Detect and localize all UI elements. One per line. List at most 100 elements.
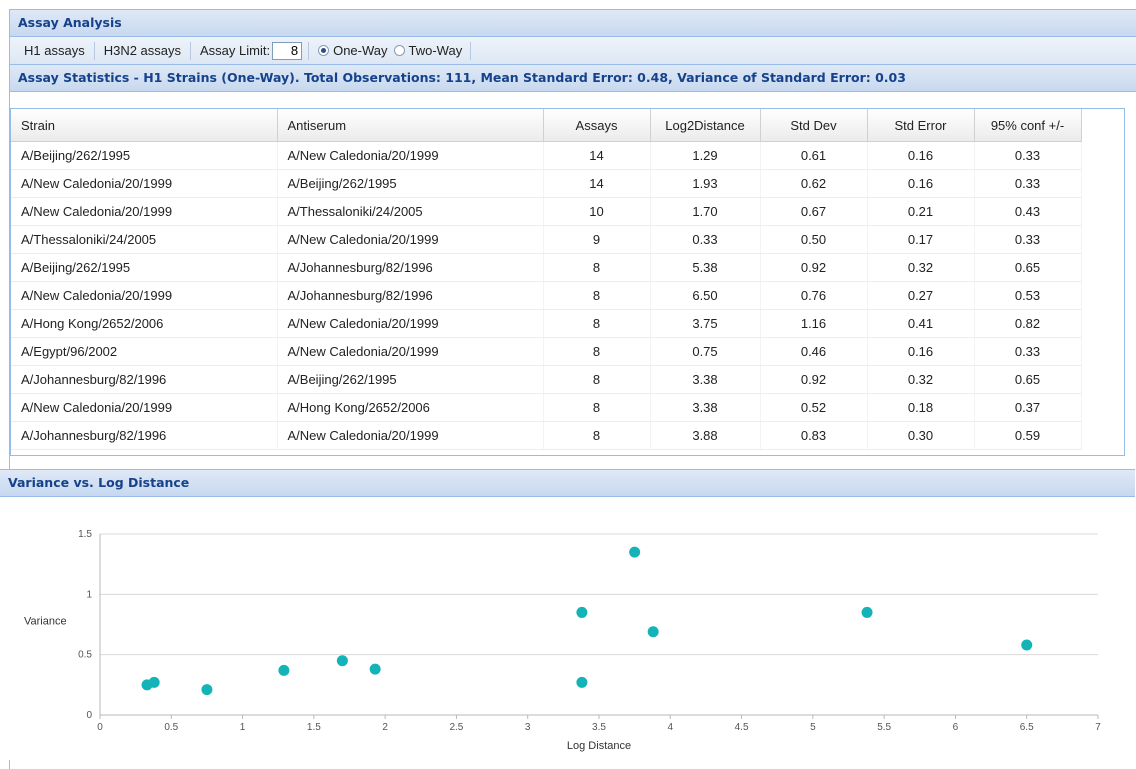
x-tick-label: 4 (668, 722, 674, 733)
column-header-log2distance[interactable]: Log2Distance (650, 109, 761, 142)
x-tick-label: 5 (810, 722, 816, 733)
data-point (647, 626, 659, 638)
cell-log2distance: 0.33 (650, 225, 761, 254)
statistics-grid: Strain Antiserum Assays Log2Distance Std… (10, 108, 1125, 456)
cell-antiserum: A/Johannesburg/82/1996 (277, 281, 544, 310)
data-point (576, 676, 588, 688)
cell-std-dev: 0.76 (760, 281, 868, 310)
chart-panel-title: Variance vs. Log Distance (0, 469, 1135, 497)
cell-antiserum: A/Thessaloniki/24/2005 (277, 197, 544, 226)
cell-strain: A/Thessaloniki/24/2005 (11, 225, 278, 254)
cell-log2distance: 5.38 (650, 253, 761, 282)
cell-std-dev: 0.61 (760, 141, 868, 170)
cell-log2distance: 6.50 (650, 281, 761, 310)
x-tick-label: 6.5 (1020, 722, 1034, 733)
cell-assays: 14 (543, 141, 651, 170)
cell-assays: 9 (543, 225, 651, 254)
data-point (336, 655, 348, 667)
cell-std-dev: 0.67 (760, 197, 868, 226)
cell-antiserum: A/New Caledonia/20/1999 (277, 337, 544, 366)
cell-strain: A/Egypt/96/2002 (11, 337, 278, 366)
cell-assays: 8 (543, 337, 651, 366)
table-row[interactable]: A/Johannesburg/82/1996 A/New Caledonia/20… (11, 421, 1082, 450)
table-row[interactable]: A/Beijing/262/1995 A/New Caledonia/20/199… (11, 141, 1082, 170)
assay-limit-label: Assay Limit: (200, 43, 271, 58)
panel-title: Assay Analysis (10, 9, 1136, 37)
variance-chart-area: 0 0.5 1 1.5 0 0.5 1 1.5 2 2.5 3 3.5 4 4.5 5 5.5 6 6.5 7 Log… (0, 497, 1127, 760)
column-header-strain[interactable]: Strain (11, 109, 278, 142)
x-tick-label: 1 (240, 722, 246, 733)
cell-conf: 0.33 (974, 169, 1082, 198)
cell-log2distance: 0.75 (650, 337, 761, 366)
column-header-std-error[interactable]: Std Error (867, 109, 975, 142)
table-row[interactable]: A/Egypt/96/2002 A/New Caledonia/20/1999 8 0… (11, 337, 1082, 366)
h3n2-assays-button[interactable]: H3N2 assays (98, 43, 187, 58)
assay-limit-input[interactable] (272, 41, 303, 60)
cell-log2distance: 1.29 (650, 141, 761, 170)
cell-std-dev: 0.92 (760, 365, 868, 394)
x-tick-label: 0.5 (164, 722, 178, 733)
cell-conf: 0.37 (974, 393, 1082, 422)
cell-assays: 8 (543, 309, 651, 338)
cell-strain: A/New Caledonia/20/1999 (11, 169, 278, 198)
column-header-conf[interactable]: 95% conf +/- (974, 109, 1082, 142)
column-header-std-dev[interactable]: Std Dev (760, 109, 868, 142)
cell-antiserum: A/New Caledonia/20/1999 (277, 141, 544, 170)
table-row[interactable]: A/Hong Kong/2652/2006 A/New Caledonia/20/… (11, 309, 1082, 338)
table-row[interactable]: A/New Caledonia/20/1999 A/Hong Kong/2652/… (11, 393, 1082, 422)
cell-conf: 0.33 (974, 337, 1082, 366)
data-point (576, 606, 588, 618)
two-way-radio[interactable]: Two-Way (393, 43, 463, 58)
column-header-antiserum[interactable]: Antiserum (277, 109, 544, 142)
cell-std-error: 0.27 (867, 281, 975, 310)
cell-assays: 8 (543, 253, 651, 282)
table-row[interactable]: A/Johannesburg/82/1996 A/Beijing/262/1995… (11, 365, 1082, 394)
table-header-row: Strain Antiserum Assays Log2Distance Std… (11, 109, 1082, 142)
cell-antiserum: A/Beijing/262/1995 (277, 365, 544, 394)
data-point (278, 664, 290, 676)
cell-assays: 10 (543, 197, 651, 226)
cell-conf: 0.65 (974, 253, 1082, 282)
cell-std-dev: 0.52 (760, 393, 868, 422)
cell-conf: 0.33 (974, 225, 1082, 254)
cell-log2distance: 3.75 (650, 309, 761, 338)
x-axis-title: Log Distance (567, 740, 631, 752)
data-point (148, 676, 160, 688)
cell-assays: 8 (543, 393, 651, 422)
cell-antiserum: A/Hong Kong/2652/2006 (277, 393, 544, 422)
cell-std-dev: 0.62 (760, 169, 868, 198)
cell-log2distance: 3.38 (650, 393, 761, 422)
h1-assays-button[interactable]: H1 assays (18, 43, 91, 58)
data-point (369, 663, 381, 675)
cell-strain: A/Beijing/262/1995 (11, 253, 278, 282)
cell-std-error: 0.16 (867, 337, 975, 366)
y-tick-label: 0 (86, 710, 92, 721)
cell-antiserum: A/Johannesburg/82/1996 (277, 253, 544, 282)
cell-conf: 0.65 (974, 365, 1082, 394)
table-row[interactable]: A/New Caledonia/20/1999 A/Thessaloniki/24… (11, 197, 1082, 226)
table-row[interactable]: A/New Caledonia/20/1999 A/Beijing/262/199… (11, 169, 1082, 198)
cell-strain: A/Beijing/262/1995 (11, 141, 278, 170)
one-way-radio[interactable]: One-Way (318, 43, 388, 58)
x-tick-label: 0 (97, 722, 103, 733)
cell-antiserum: A/New Caledonia/20/1999 (277, 225, 544, 254)
cell-std-dev: 0.83 (760, 421, 868, 450)
cell-conf: 0.82 (974, 309, 1082, 338)
table-row[interactable]: A/Thessaloniki/24/2005 A/New Caledonia/20… (11, 225, 1082, 254)
x-tick-label: 3 (525, 722, 531, 733)
column-header-assays[interactable]: Assays (543, 109, 651, 142)
table-row[interactable]: A/Beijing/262/1995 A/Johannesburg/82/1996… (11, 253, 1082, 282)
x-tick-label: 6 (953, 722, 959, 733)
cell-assays: 8 (543, 421, 651, 450)
x-tick-label: 3.5 (592, 722, 606, 733)
cell-log2distance: 1.93 (650, 169, 761, 198)
cell-std-dev: 1.16 (760, 309, 868, 338)
cell-antiserum: A/New Caledonia/20/1999 (277, 309, 544, 338)
cell-log2distance: 3.88 (650, 421, 761, 450)
radio-checked-icon (318, 45, 330, 56)
x-tick-label: 2 (382, 722, 388, 733)
table-row[interactable]: A/New Caledonia/20/1999 A/Johannesburg/82… (11, 281, 1082, 310)
cell-assays: 14 (543, 169, 651, 198)
data-point (861, 606, 873, 618)
two-way-label: Two-Way (408, 43, 463, 58)
